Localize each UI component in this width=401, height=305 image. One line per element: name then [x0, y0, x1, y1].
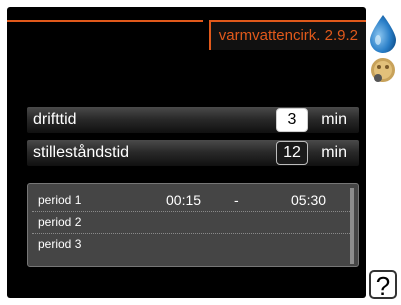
period-row-1[interactable]: period 1 00:15 - 05:30	[32, 190, 350, 212]
period-row-2[interactable]: period 2	[32, 212, 350, 234]
thermostat-badge-icon	[371, 58, 395, 82]
display-panel: varmvattencirk. 2.9.2 drifttid 3 min sti…	[7, 7, 366, 298]
water-drop-icon	[370, 15, 396, 53]
unit-label: min	[321, 111, 347, 128]
setting-row-drifttid[interactable]: drifttid 3 min	[27, 107, 359, 133]
period-end-time: 05:30	[291, 192, 327, 208]
period-name: period 2	[38, 215, 82, 229]
setting-row-stillestandstid[interactable]: stilleståndstid 12 min	[27, 140, 359, 166]
period-separator: -	[234, 192, 239, 208]
drifttid-value-field[interactable]: 3	[276, 108, 308, 132]
unit-label: min	[321, 144, 347, 161]
device-screen: varmvattencirk. 2.9.2 drifttid 3 min sti…	[0, 0, 401, 305]
setting-label: stilleståndstid	[33, 144, 130, 161]
period-row-3[interactable]: period 3	[32, 234, 350, 255]
setting-label: drifttid	[33, 111, 77, 128]
period-list: period 1 00:15 - 05:30 period 2 period 3	[27, 183, 359, 267]
period-name: period 1	[38, 193, 82, 207]
help-icon[interactable]: ?	[369, 270, 397, 301]
page-title: varmvattencirk. 2.9.2	[208, 20, 366, 50]
title-rule	[7, 20, 203, 22]
period-list-inner: period 1 00:15 - 05:30 period 2 period 3	[32, 188, 354, 264]
period-start-time: 00:15	[166, 192, 202, 208]
period-name: period 3	[38, 237, 82, 251]
stillestandstid-value-field[interactable]: 12	[276, 141, 308, 165]
